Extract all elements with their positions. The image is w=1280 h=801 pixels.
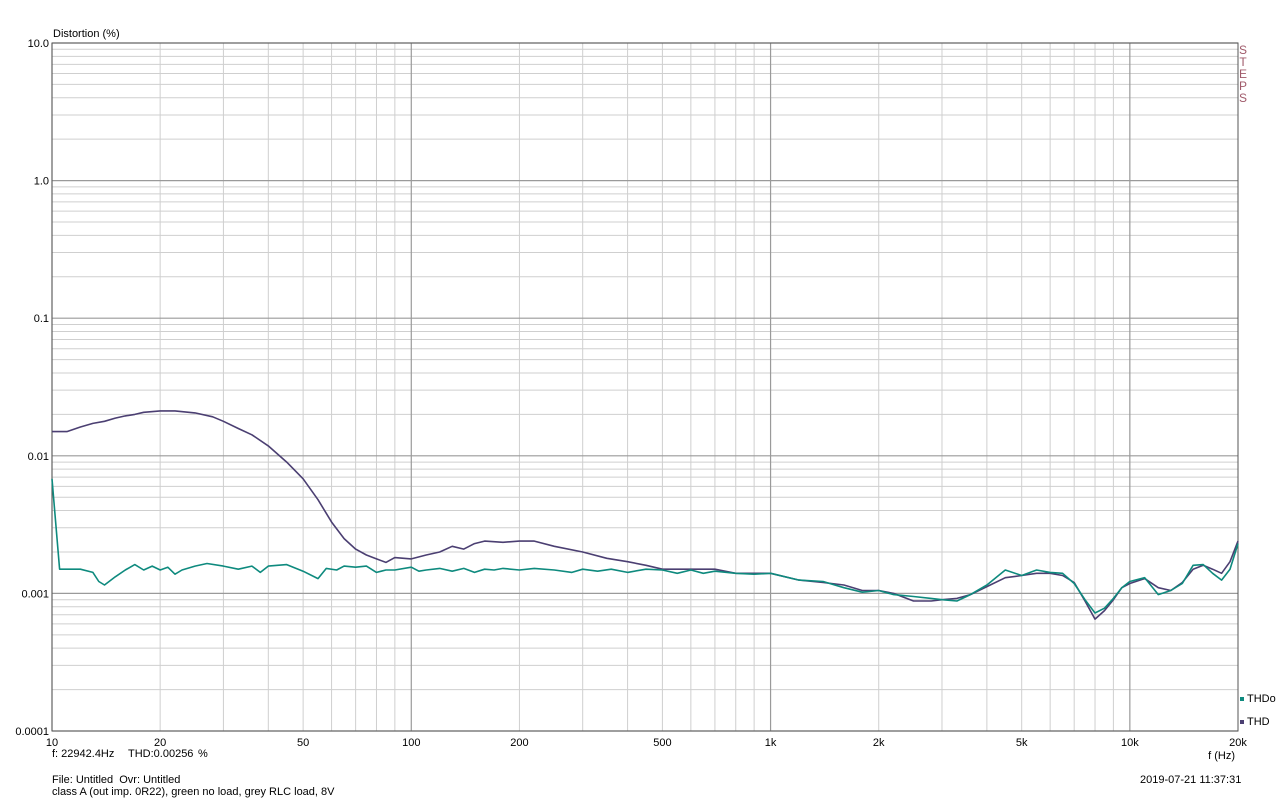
x-tick-label: 2k xyxy=(873,737,885,749)
y-tick-label: 0.0001 xyxy=(15,726,49,738)
legend: THDo THD xyxy=(1240,693,1276,728)
steps-side-label: STEPS xyxy=(1239,43,1247,105)
plot-frame xyxy=(51,42,1239,732)
legend-swatch-thd xyxy=(1240,720,1244,724)
x-axis-tick-labels: 10 20 50 100 200 500 1k 2k 5k 10k 20k xyxy=(46,737,1247,749)
series-layer xyxy=(51,410,1239,620)
readout-thd: THD:0.00256 xyxy=(128,748,194,760)
readout-unit: % xyxy=(198,748,208,760)
y-tick-label: 0.1 xyxy=(34,313,49,325)
footer-timestamp: 2019-07-21 11:37:31 xyxy=(1140,774,1242,786)
y-tick-label: 0.001 xyxy=(21,588,49,600)
y-tick-label: 1.0 xyxy=(34,176,49,188)
x-tick-label: 10k xyxy=(1121,737,1139,749)
x-tick-label: 5k xyxy=(1016,737,1028,749)
x-tick-label: 200 xyxy=(510,737,528,749)
legend-swatch-thdo xyxy=(1240,697,1244,701)
x-axis-label: f (Hz) xyxy=(1208,750,1235,762)
x-tick-label: 100 xyxy=(402,737,420,749)
x-tick-label: 20k xyxy=(1229,737,1247,749)
series-line-thd xyxy=(52,410,1239,620)
x-tick-label: 50 xyxy=(297,737,309,749)
legend-label-thdo: THDo xyxy=(1247,693,1276,705)
y-axis-tick-labels: 10.0 1.0 0.1 0.01 0.001 0.0001 xyxy=(15,38,49,738)
y-tick-label: 10.0 xyxy=(28,38,49,50)
legend-label-thd: THD xyxy=(1247,716,1270,728)
grid-minor xyxy=(52,43,1239,731)
readout-frequency: f: 22942.4Hz xyxy=(52,748,115,760)
distortion-chart: 10.01.00.10.010.0010.0001 10 20 50 100 200 50… xyxy=(15,28,1276,762)
y-tick-label: 0.01 xyxy=(28,451,49,463)
grid-major xyxy=(51,42,1238,732)
footer-description: class A (out imp. 0R22), green no load, … xyxy=(52,786,335,798)
x-tick-label: 1k xyxy=(765,737,777,749)
steps-letter: S xyxy=(1239,91,1247,105)
x-tick-label: 500 xyxy=(653,737,671,749)
y-axis-label: Distortion (%) xyxy=(53,28,120,40)
